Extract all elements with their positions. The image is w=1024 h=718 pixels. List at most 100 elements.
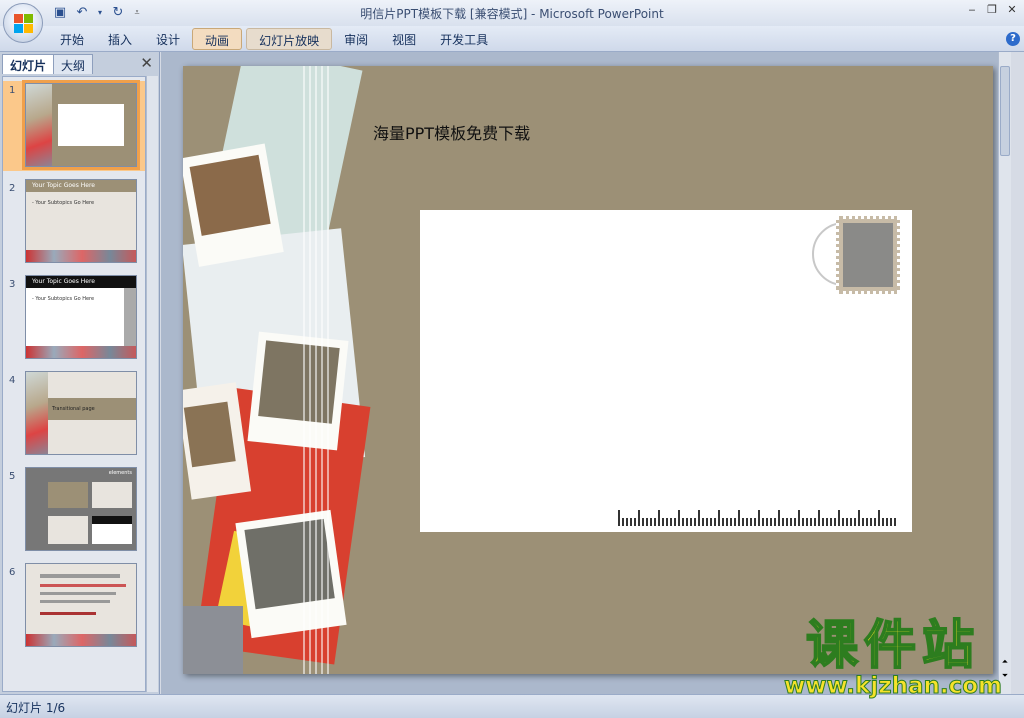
barcode-bar	[818, 510, 820, 526]
minimize-button[interactable]: ‒	[966, 3, 978, 17]
slide-thumb-5[interactable]: elements	[25, 467, 137, 551]
barcode-bar	[630, 518, 632, 526]
barcode-bar	[682, 518, 684, 526]
slide-thumb-2[interactable]: Your Topic Goes Here - Your Subtopics Go…	[25, 179, 137, 263]
slide-editor: 海量PPT模板免费下载 ⏶ ⏷	[161, 52, 1011, 694]
slide-number: 1	[9, 85, 16, 96]
tab-outline[interactable]: 大纲	[53, 54, 94, 74]
help-icon[interactable]: ?	[1006, 32, 1020, 46]
barcode-bar	[678, 510, 680, 526]
slide-number: 3	[9, 279, 16, 290]
slide-number: 6	[9, 567, 16, 578]
thumb-side-strip	[124, 288, 136, 348]
slide-thumb-6[interactable]	[25, 563, 137, 647]
barcode-bar	[738, 510, 740, 526]
barcode-bar	[718, 510, 720, 526]
collage-thumb-image	[26, 84, 52, 166]
barcode-bar	[878, 510, 880, 526]
barcode-bar	[734, 518, 736, 526]
slide-count-status: 幻灯片 1/6	[6, 701, 66, 715]
barcode-bar	[762, 518, 764, 526]
thumb-text-line	[40, 612, 96, 615]
barcode-bar	[754, 518, 756, 526]
barcode-bar	[834, 518, 836, 526]
barcode-bar	[770, 518, 772, 526]
envelope-image	[420, 210, 912, 532]
barcode-bar	[814, 518, 816, 526]
barcode-bar	[702, 518, 704, 526]
slide-thumb-1[interactable]	[22, 80, 140, 170]
tab-home[interactable]: 开始	[48, 28, 96, 50]
barcode-bar	[674, 518, 676, 526]
barcode-bar	[642, 518, 644, 526]
barcode-bar	[622, 518, 624, 526]
thumb-text-line	[40, 600, 110, 603]
tab-review[interactable]: 审阅	[332, 28, 380, 50]
barcode-bar	[726, 518, 728, 526]
tab-slides[interactable]: 幻灯片	[2, 54, 55, 74]
barcode-bar	[794, 518, 796, 526]
barcode-bar	[654, 518, 656, 526]
barcode-bar	[826, 518, 828, 526]
barcode-bar	[690, 518, 692, 526]
barcode-bar	[798, 510, 800, 526]
tab-design[interactable]: 设计	[144, 28, 192, 50]
ribbon-tabs: 开始 插入 设计 动画 幻灯片放映 审阅 视图 开发工具	[48, 26, 500, 52]
thumb-element	[48, 482, 88, 508]
slide-title[interactable]: 海量PPT模板免费下载	[373, 120, 530, 144]
tab-developer[interactable]: 开发工具	[428, 28, 500, 50]
window-title: 明信片PPT模板下载 [兼容模式] - Microsoft PowerPoint	[360, 7, 664, 21]
barcode-bar	[766, 518, 768, 526]
barcode-bar	[714, 518, 716, 526]
barcode-bar	[650, 518, 652, 526]
barcode-bar	[822, 518, 824, 526]
barcode-bar	[890, 518, 892, 526]
close-button[interactable]: ✕	[1006, 3, 1018, 17]
tab-view[interactable]: 视图	[380, 28, 428, 50]
barcode-bar	[870, 518, 872, 526]
thumb-subtitle: - Your Subtopics Go Here	[32, 200, 95, 206]
close-icon[interactable]: ✕	[140, 54, 153, 72]
slides-pane: 幻灯片 大纲 ✕ 1 2 Your Topic Goes Here - Your…	[0, 52, 160, 694]
office-button[interactable]	[3, 3, 43, 43]
slide-thumb-3[interactable]: Your Topic Goes Here - Your Subtopics Go…	[25, 275, 137, 359]
barcode-bar	[670, 518, 672, 526]
thumb-footer-collage	[26, 346, 136, 358]
barcode-bar	[758, 510, 760, 526]
thumb-title: elements	[108, 470, 132, 476]
ribbon: 开始 插入 设计 动画 幻灯片放映 审阅 视图 开发工具 ?	[0, 26, 1024, 52]
tab-animations[interactable]: 动画	[192, 28, 243, 50]
barcode-bar	[838, 510, 840, 526]
barcode-bar	[730, 518, 732, 526]
barcode-bar	[802, 518, 804, 526]
thumb-title: Your Topic Goes Here	[32, 278, 95, 285]
thumb-footer-collage	[26, 250, 136, 262]
thumb-title: Your Topic Goes Here	[32, 182, 95, 189]
window-controls: ‒ ❐ ✕	[966, 3, 1018, 17]
barcode-bar	[646, 518, 648, 526]
scrollbar-thumb[interactable]	[1000, 66, 1010, 156]
barcode-bar	[886, 518, 888, 526]
thumb-element	[92, 482, 132, 508]
barcode-bar	[658, 510, 660, 526]
barcode-bar	[706, 518, 708, 526]
barcode-bar	[810, 518, 812, 526]
tab-insert[interactable]: 插入	[96, 28, 144, 50]
slide-canvas[interactable]: 海量PPT模板免费下载	[183, 66, 993, 674]
barcode-bar	[634, 518, 636, 526]
tab-slideshow[interactable]: 幻灯片放映	[246, 28, 333, 50]
slide-thumbnails: 1 2 Your Topic Goes Here - Your Subtopic…	[2, 76, 146, 692]
barcode-bar	[786, 518, 788, 526]
barcode-bar	[850, 518, 852, 526]
restore-button[interactable]: ❐	[986, 3, 998, 17]
slide-thumb-4[interactable]: Transitional page	[25, 371, 137, 455]
thumb-title: Transitional page	[52, 406, 95, 412]
barcode-bar	[694, 518, 696, 526]
office-logo-icon	[14, 14, 34, 34]
slide-number: 2	[9, 183, 16, 194]
thumbnail-scrollbar[interactable]	[146, 76, 158, 692]
barcode-bar	[686, 518, 688, 526]
barcode-bar	[874, 518, 876, 526]
postcard-collage-image	[183, 66, 373, 674]
slide-scrollbar[interactable]: ⏶ ⏷	[998, 52, 1011, 694]
